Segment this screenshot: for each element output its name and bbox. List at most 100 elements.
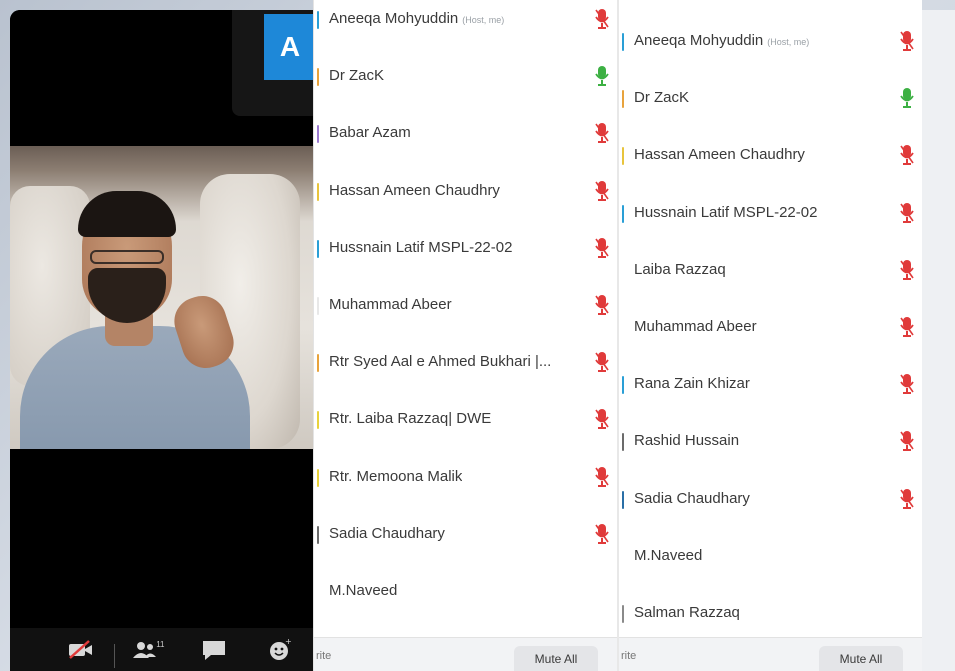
participant-row[interactable]: Rana Zain Khizar <box>619 356 922 413</box>
participant-row[interactable]: Dr ZacK <box>619 70 922 127</box>
speaker-indicator <box>622 433 624 452</box>
mic-on-icon[interactable] <box>900 87 914 109</box>
participant-name: Rashid Hussain <box>634 432 740 450</box>
participant-row[interactable]: Hassan Ameen Chaudhry <box>619 127 922 184</box>
speaker-indicator <box>317 354 319 373</box>
speaker-indicator <box>317 468 319 487</box>
participant-row[interactable]: Babar Azam <box>314 105 617 162</box>
participant-name: M.Naveed <box>634 546 703 564</box>
person-glasses <box>90 250 164 264</box>
mic-muted-icon[interactable] <box>595 408 609 430</box>
speaker-indicator <box>317 11 319 29</box>
mic-muted-icon[interactable] <box>900 430 914 452</box>
participant-row[interactable]: Dr ZacK <box>314 48 617 105</box>
participant-name: Aneeqa Mohyuddin (Host, me) <box>634 32 810 49</box>
participant-name: Rtr. Laiba Razzaq| DWE <box>329 410 492 428</box>
participant-name: Babar Azam <box>329 124 411 142</box>
participant-name: Muhammad Abeer <box>634 318 757 335</box>
participant-name: Hassan Ameen Chaudhry <box>634 146 805 164</box>
invite-label-fragment[interactable]: rite <box>621 650 636 662</box>
mic-muted-icon[interactable] <box>595 122 609 144</box>
mic-muted-icon[interactable] <box>595 523 609 545</box>
participant-name: Rtr Syed Aal e Ahmed Bukhari |... <box>329 353 552 371</box>
participant-row[interactable]: Sadia Chaudhary <box>619 471 922 528</box>
host-tag: (Host, me) <box>462 15 505 25</box>
speaker-indicator <box>622 490 624 509</box>
participant-name: Dr ZacK <box>634 89 690 107</box>
mute-all-button[interactable]: Mute All <box>514 646 598 671</box>
avatar-tile[interactable]: A <box>232 10 313 116</box>
mic-muted-icon[interactable] <box>900 316 914 338</box>
participant-row[interactable]: Sadia Chaudhary <box>314 506 617 563</box>
participant-row[interactable]: Aneeqa Mohyuddin (Host, me) <box>314 0 617 48</box>
participant-row[interactable]: Muhammad Abeer <box>314 277 617 334</box>
participant-row[interactable]: Laiba Razzaq <box>619 242 922 299</box>
participant-row[interactable]: Hussnain Latif MSPL-22-02 <box>619 185 922 242</box>
mic-muted-icon[interactable] <box>595 351 609 373</box>
speaker-indicator <box>622 605 624 623</box>
stop-video-button[interactable] <box>48 639 114 660</box>
speaker-indicator <box>317 297 319 315</box>
participant-name: Muhammad Abeer <box>329 296 452 313</box>
participant-name: Rtr. Memoona Malik <box>329 467 463 485</box>
speaker-indicator <box>622 261 624 280</box>
participant-row[interactable]: Rtr Syed Aal e Ahmed Bukhari |... <box>314 334 617 391</box>
mic-muted-icon[interactable] <box>900 488 914 510</box>
invite-label-fragment[interactable]: rite <box>316 650 331 662</box>
person-beard <box>88 268 166 323</box>
participant-name: Hussnain Latif MSPL-22-02 <box>634 203 818 221</box>
participant-row[interactable]: Hussnain Latif MSPL-22-02 <box>314 220 617 277</box>
mic-on-icon[interactable] <box>595 65 609 87</box>
mic-muted-icon[interactable] <box>900 202 914 224</box>
speaker-indicator <box>317 525 319 544</box>
mic-muted-icon[interactable] <box>900 30 914 52</box>
participant-name: Rana Zain Khizar <box>634 375 750 393</box>
speaker-indicator <box>622 547 624 566</box>
mute-all-button[interactable]: Mute All <box>819 646 903 671</box>
speaker-indicator <box>317 411 319 430</box>
mic-muted-icon[interactable] <box>595 466 609 488</box>
mic-muted-icon[interactable] <box>900 373 914 395</box>
participant-row[interactable]: Muhammad Abeer <box>619 299 922 356</box>
emoji-icon: + <box>269 638 292 660</box>
chat-icon <box>202 640 225 660</box>
chat-button[interactable] <box>181 639 247 661</box>
speaker-indicator <box>622 204 624 223</box>
speaker-indicator <box>317 239 319 258</box>
svg-text:+: + <box>285 638 292 646</box>
mic-muted-icon[interactable] <box>900 259 914 281</box>
participant-row[interactable]: Salman Razzaq <box>619 585 922 642</box>
speaker-indicator <box>622 147 624 166</box>
participant-name: Aneeqa Mohyuddin (Host, me) <box>329 10 505 27</box>
person-hair <box>78 191 176 237</box>
participant-row[interactable]: Rtr. Laiba Razzaq| DWE <box>314 391 617 448</box>
mic-muted-icon[interactable] <box>595 294 609 316</box>
speaker-indicator <box>622 90 624 109</box>
avatar: A <box>264 14 313 80</box>
participants-count: 11 <box>156 639 165 649</box>
window-edge <box>922 10 955 671</box>
participant-row[interactable]: Hassan Ameen Chaudhry <box>314 163 617 220</box>
mic-muted-icon[interactable] <box>595 237 609 259</box>
participant-row[interactable]: Aneeqa Mohyuddin (Host, me) <box>619 13 922 70</box>
participant-name: Hussnain Latif MSPL-22-02 <box>329 238 513 256</box>
mic-muted-icon[interactable] <box>595 180 609 202</box>
mic-muted-icon[interactable] <box>900 144 914 166</box>
participant-row[interactable]: Rashid Hussain <box>619 413 922 470</box>
participants-footer: rite Mute All <box>314 637 617 671</box>
participant-row[interactable]: Rtr. Memoona Malik <box>314 449 617 506</box>
participant-name: Dr ZacK <box>329 67 385 85</box>
mic-muted-icon[interactable] <box>595 8 609 30</box>
toolbar-divider <box>114 643 116 668</box>
video-top-area: A <box>10 10 313 146</box>
speaker-indicator <box>317 68 319 87</box>
participants-button[interactable]: 11 <box>114 639 180 668</box>
host-tag: (Host, me) <box>767 37 810 47</box>
reactions-button[interactable]: + <box>247 638 313 662</box>
participant-row[interactable]: M.Naveed <box>314 563 617 620</box>
speaker-indicator <box>317 125 319 144</box>
participant-row[interactable]: M.Naveed <box>619 528 922 585</box>
participant-name: M.Naveed <box>329 582 398 599</box>
meeting-toolbar: 11 + <box>10 628 313 671</box>
speaker-indicator <box>317 182 319 201</box>
